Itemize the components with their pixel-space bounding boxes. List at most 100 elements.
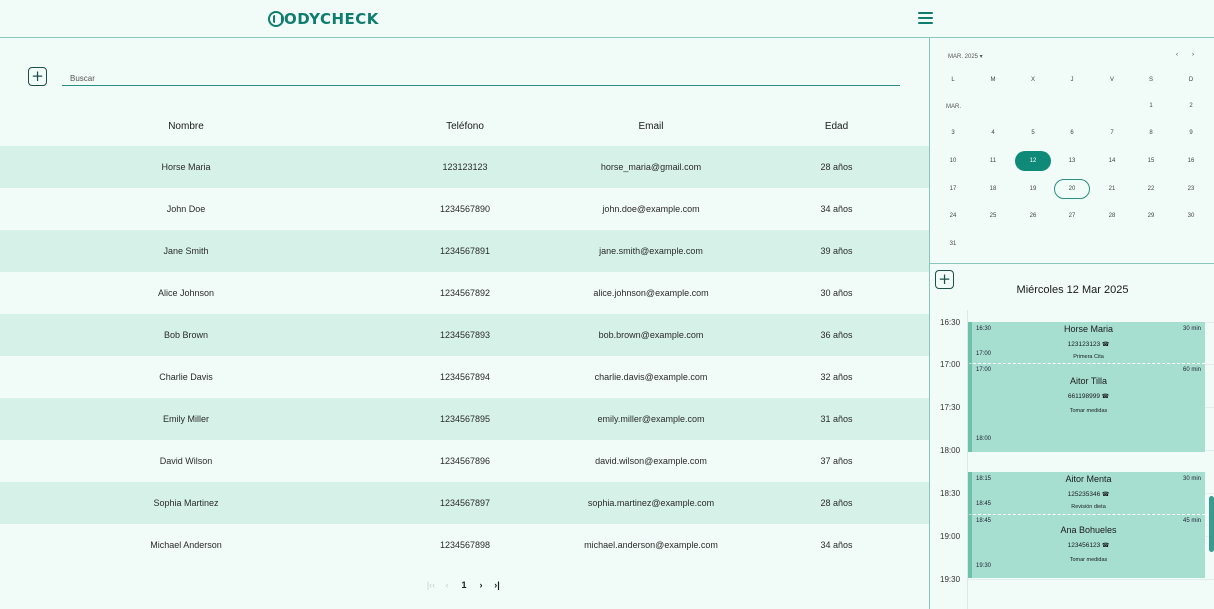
cell-email: david.wilson@example.com (558, 440, 744, 482)
calendar-day[interactable]: 31 (939, 234, 967, 254)
calendar-day[interactable]: 20 (1054, 179, 1090, 199)
phone-icon[interactable]: ☎ (1100, 394, 1109, 400)
cell-telefono: 1234567893 (372, 314, 558, 356)
page-number-1[interactable]: 1 (456, 580, 472, 590)
calendar-day[interactable]: 25 (979, 206, 1007, 226)
calendar-day[interactable]: 8 (1137, 123, 1165, 143)
calendar-day[interactable]: 10 (939, 151, 967, 171)
calendar-day[interactable]: 26 (1019, 206, 1047, 226)
cell-email: jane.smith@example.com (558, 230, 744, 272)
table-row[interactable]: Bob Brown 1234567893 bob.brown@example.c… (0, 314, 929, 356)
cell-nombre: Sophia Martinez (0, 482, 372, 524)
calendar-day[interactable]: 2 (1177, 96, 1205, 116)
calendar-day[interactable]: 1 (1137, 96, 1165, 116)
calendar-day[interactable]: 28 (1098, 206, 1126, 226)
appointment-phone: 123123123 ☎ (972, 341, 1205, 348)
calendar-day[interactable]: 13 (1058, 151, 1086, 171)
b-ring-logo-icon (268, 11, 284, 27)
table-row[interactable]: Sophia Martinez 1234567897 sophia.martin… (0, 482, 929, 524)
cell-edad: 37 años (744, 440, 929, 482)
cell-email: alice.johnson@example.com (558, 272, 744, 314)
table-row[interactable]: Charlie Davis 1234567894 charlie.davis@e… (0, 356, 929, 398)
calendar-day[interactable]: 14 (1098, 151, 1126, 171)
table-row[interactable]: John Doe 1234567890 john.doe@example.com… (0, 188, 929, 230)
calendar-day[interactable]: 23 (1177, 179, 1205, 199)
cell-nombre: Jane Smith (0, 230, 372, 272)
calendar-day[interactable]: 12 (1015, 151, 1051, 171)
calendar-day[interactable]: 5 (1019, 123, 1047, 143)
search-input[interactable] (62, 69, 900, 88)
calendar-day[interactable]: 24 (939, 206, 967, 226)
cell-telefono: 123123123 (372, 146, 558, 188)
last-page-icon[interactable]: ›| (490, 580, 504, 590)
cell-email: sophia.martinez@example.com (558, 482, 744, 524)
column-header-telefono[interactable]: Teléfono (372, 106, 558, 146)
table-row[interactable]: Horse Maria 123123123 horse_maria@gmail.… (0, 146, 929, 188)
calendar-day[interactable]: 11 (979, 151, 1007, 171)
time-label: 17:30 (940, 403, 961, 412)
calendar-day[interactable]: 7 (1098, 123, 1126, 143)
column-header-nombre[interactable]: Nombre (0, 106, 372, 146)
appointment-end-time: 18:00 (976, 436, 992, 442)
prev-page-icon[interactable]: ‹ (438, 580, 456, 590)
appointment-duration: 60 min (1182, 367, 1201, 373)
calendar-day[interactable]: 18 (979, 179, 1007, 199)
calendar-day[interactable]: 27 (1058, 206, 1086, 226)
weekday-header: V (1109, 77, 1114, 83)
calendar-day[interactable]: 22 (1137, 179, 1165, 199)
add-patient-button[interactable]: + (28, 67, 47, 86)
appointment-card[interactable]: 18:45 19:30 45 min Ana Bohueles 123456123 ☎ T… (968, 515, 1205, 578)
appointment-card[interactable]: 18:15 18:45 30 min Aitor Menta 125235346 ☎ Re… (968, 472, 1205, 515)
appointment-card[interactable]: 16:30 17:00 30 min Horse Maria 123123123 ☎ Pr… (968, 322, 1205, 364)
column-header-email[interactable]: Email (558, 106, 744, 146)
table-row[interactable]: Alice Johnson 1234567892 alice.johnson@e… (0, 272, 929, 314)
cell-email: charlie.davis@example.com (558, 356, 744, 398)
timeline-scrollbar[interactable] (1209, 496, 1214, 552)
calendar-day[interactable]: 9 (1177, 123, 1205, 143)
cell-telefono: 1234567892 (372, 272, 558, 314)
logo-text: ODYCHECK (284, 10, 379, 28)
calendar-day[interactable]: 21 (1098, 179, 1126, 199)
calendar-day[interactable]: 30 (1177, 206, 1205, 226)
calendar-day[interactable]: 17 (939, 179, 967, 199)
first-page-icon[interactable]: |‹‹ (424, 580, 438, 590)
phone-icon[interactable]: ☎ (1100, 342, 1109, 348)
phone-icon[interactable]: ☎ (1100, 492, 1109, 498)
hamburger-menu-icon[interactable] (918, 12, 933, 24)
cell-edad: 34 años (744, 524, 929, 566)
app-logo[interactable]: ODYCHECK (268, 9, 379, 29)
appointment-duration: 45 min (1182, 518, 1201, 524)
table-row[interactable]: Emily Miller 1234567895 emily.miller@exa… (0, 398, 929, 440)
calendar-day[interactable]: 29 (1137, 206, 1165, 226)
cell-telefono: 1234567890 (372, 188, 558, 230)
month-selector[interactable]: MAR. 2025 ▾ (948, 53, 983, 60)
cell-telefono: 1234567896 (372, 440, 558, 482)
prev-month-icon[interactable]: ‹ (1176, 52, 1178, 58)
calendar-day[interactable]: 4 (979, 123, 1007, 143)
next-month-icon[interactable]: › (1192, 52, 1194, 58)
calendar-day[interactable]: 16 (1177, 151, 1205, 171)
search-bar (62, 66, 900, 88)
table-row[interactable]: Michael Anderson 1234567898 michael.ande… (0, 524, 929, 566)
cell-telefono: 1234567891 (372, 230, 558, 272)
next-page-icon[interactable]: › (472, 580, 490, 590)
appointment-phone: 661198999 ☎ (972, 393, 1205, 400)
appointment-card[interactable]: 17:00 18:00 60 min Aitor Tilla 661198999 ☎ To… (968, 364, 1205, 452)
calendar-day[interactable]: 19 (1019, 179, 1047, 199)
table-row[interactable]: Jane Smith 1234567891 jane.smith@example… (0, 230, 929, 272)
calendar-day[interactable]: 6 (1058, 123, 1086, 143)
weekday-header: M (990, 77, 996, 83)
calendar-day[interactable]: 15 (1137, 151, 1165, 171)
phone-icon[interactable]: ☎ (1100, 543, 1109, 549)
cell-nombre: John Doe (0, 188, 372, 230)
cell-edad: 30 años (744, 272, 929, 314)
calendar-day[interactable]: 3 (939, 123, 967, 143)
appointment-note: Tomar medidas (1069, 557, 1108, 563)
appointment-phone-number: 123456123 (1067, 542, 1101, 549)
cell-edad: 32 años (744, 356, 929, 398)
table-row[interactable]: David Wilson 1234567896 david.wilson@exa… (0, 440, 929, 482)
agenda-date-title: Miércoles 12 Mar 2025 (1016, 284, 1129, 296)
column-header-edad[interactable]: Edad (744, 106, 929, 146)
appointment-phone-number: 125235346 (1067, 491, 1101, 498)
appointment-patient-name: Aitor Menta (1065, 474, 1112, 484)
